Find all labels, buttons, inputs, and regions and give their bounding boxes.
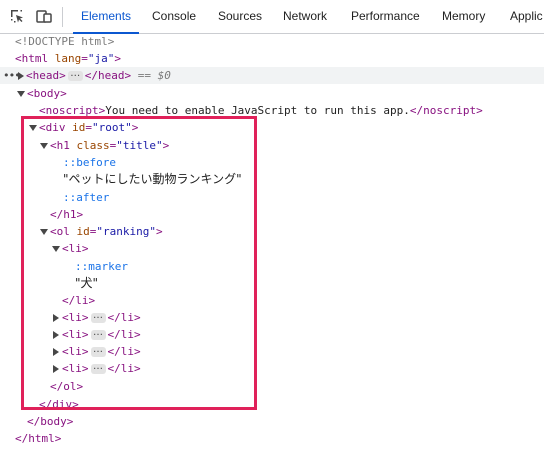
after-pseudo-line[interactable]: ::after bbox=[63, 189, 109, 206]
collapsed-content-icon[interactable]: … bbox=[67, 69, 83, 81]
body-open-line[interactable]: <body> bbox=[27, 85, 67, 102]
tab-sources[interactable]: Sources bbox=[218, 0, 262, 33]
collapsed-content-icon[interactable]: … bbox=[90, 328, 106, 340]
div-close-line[interactable]: </div> bbox=[39, 396, 79, 413]
h1-open-line[interactable]: <h1 class="title"> bbox=[50, 137, 169, 154]
collapse-h1-icon[interactable] bbox=[40, 143, 48, 149]
li-open-line[interactable]: <li> bbox=[62, 240, 89, 257]
li-text-node[interactable]: "犬" bbox=[75, 275, 98, 292]
devtools-toolbar: Elements Console Sources Network Perform… bbox=[0, 0, 544, 34]
selected-node-marker: == $0 bbox=[137, 69, 171, 82]
h1-text-node[interactable]: "ペットにしたい動物ランキング" bbox=[63, 171, 242, 188]
ol-close-line[interactable]: </ol> bbox=[50, 378, 83, 395]
expand-li-icon[interactable] bbox=[53, 314, 59, 322]
collapse-li-icon[interactable] bbox=[52, 246, 60, 252]
collapsed-li-line[interactable]: <li>… </li> bbox=[62, 360, 141, 377]
html-lang-attr: lang bbox=[54, 52, 82, 65]
collapsed-content-icon[interactable]: … bbox=[90, 345, 106, 357]
inspect-element-icon[interactable] bbox=[9, 8, 25, 24]
h1-close-line[interactable]: </h1> bbox=[50, 206, 83, 223]
html-open-line[interactable]: <html lang="ja"> bbox=[15, 50, 121, 67]
html-close-line[interactable]: </html> bbox=[15, 430, 61, 447]
ol-open-line[interactable]: <ol id="ranking"> bbox=[50, 223, 163, 240]
tab-memory[interactable]: Memory bbox=[442, 0, 485, 33]
expand-li-icon[interactable] bbox=[53, 348, 59, 356]
tab-performance[interactable]: Performance bbox=[351, 0, 420, 33]
collapse-ol-icon[interactable] bbox=[40, 229, 48, 235]
collapse-body-icon[interactable] bbox=[17, 91, 25, 97]
device-toolbar-icon[interactable] bbox=[36, 8, 52, 24]
doctype-line[interactable]: <!DOCTYPE html> bbox=[15, 33, 114, 50]
expand-li-icon[interactable] bbox=[53, 331, 59, 339]
head-line[interactable]: <head>… </head> == $0 bbox=[26, 67, 171, 84]
tab-network[interactable]: Network bbox=[283, 0, 327, 33]
noscript-text: You need to enable JavaScript to run thi… bbox=[105, 104, 410, 117]
expand-head-icon[interactable] bbox=[18, 72, 24, 80]
div-root-line[interactable]: <div id="root"> bbox=[39, 119, 138, 136]
collapsed-li-line[interactable]: <li>… </li> bbox=[62, 326, 141, 343]
collapse-div-root-icon[interactable] bbox=[29, 125, 37, 131]
html-tag: <html bbox=[15, 52, 49, 65]
marker-pseudo-line[interactable]: ::marker bbox=[75, 258, 128, 275]
tab-application[interactable]: Applic bbox=[510, 0, 543, 33]
expand-li-icon[interactable] bbox=[53, 365, 59, 373]
noscript-line[interactable]: <noscript>You need to enable JavaScript … bbox=[39, 102, 483, 119]
tab-elements[interactable]: Elements bbox=[72, 0, 140, 34]
html-lang-value: "ja" bbox=[87, 52, 115, 65]
tab-console[interactable]: Console bbox=[152, 0, 196, 33]
collapsed-content-icon[interactable]: … bbox=[90, 311, 106, 323]
collapsed-li-line[interactable]: <li>… </li> bbox=[62, 309, 141, 326]
toolbar-separator bbox=[62, 7, 63, 27]
li-close-line[interactable]: </li> bbox=[62, 292, 95, 309]
body-close-line[interactable]: </body> bbox=[27, 413, 73, 430]
before-pseudo-line[interactable]: ::before bbox=[63, 154, 116, 171]
collapsed-content-icon[interactable]: … bbox=[90, 362, 106, 374]
collapsed-li-line[interactable]: <li>… </li> bbox=[62, 343, 141, 360]
